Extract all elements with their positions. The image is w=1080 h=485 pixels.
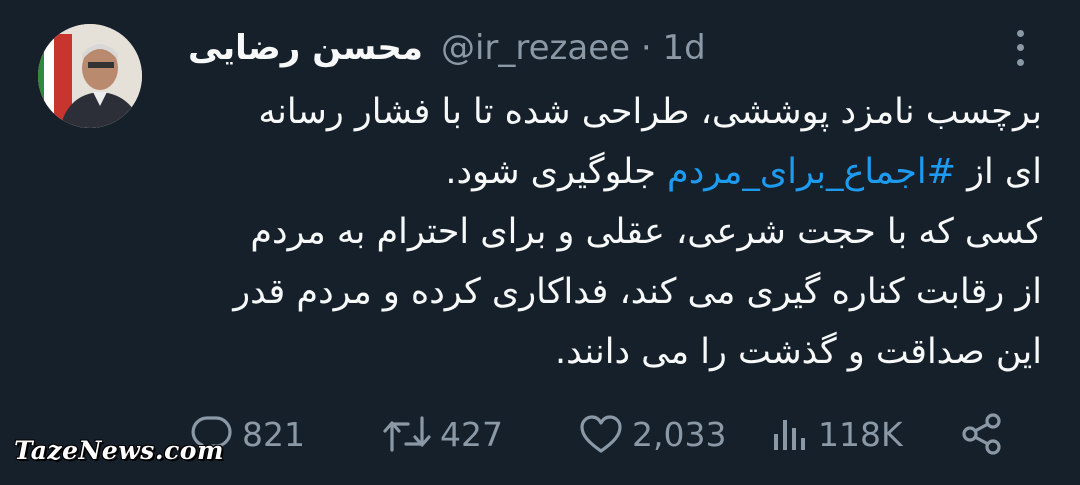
- heart-icon: [580, 415, 622, 453]
- views-count: 118K: [818, 414, 903, 454]
- tweet-line-3: کسی که با حجت شرعی، عقلی و برای احترام ب…: [250, 212, 1042, 252]
- like-button[interactable]: 2,033: [578, 404, 726, 464]
- retweet-button[interactable]: 427: [382, 404, 503, 464]
- tweet-line-4: از رقابت کناره گیری می کند، فداکاری کرده…: [233, 272, 1042, 312]
- separator-dot: ·: [640, 28, 652, 68]
- share-button[interactable]: [960, 404, 1004, 464]
- author-handle[interactable]: @ir_rezaee · 1d: [441, 28, 706, 68]
- like-count: 2,033: [632, 414, 727, 454]
- reply-count: 821: [242, 414, 305, 454]
- views-button[interactable]: 118K: [770, 404, 903, 464]
- tweet-line-5: این صداقت و گذشت را می دانند.: [554, 332, 1042, 372]
- author-name[interactable]: محسن رضایی: [188, 28, 423, 68]
- tweet-time[interactable]: 1d: [662, 28, 705, 68]
- retweet-icon: [383, 416, 431, 452]
- avatar[interactable]: [38, 24, 142, 128]
- tweet-text: برچسب نامزد پوششی، طراحی شده تا با فشار …: [180, 82, 1042, 382]
- retweet-count: 427: [440, 414, 503, 454]
- share-icon: [962, 413, 1001, 455]
- tweet-line-2-end: جلوگیری شود.: [445, 152, 668, 192]
- tweet-line-1: برچسب نامزد پوششی، طراحی شده تا با فشار …: [258, 92, 1042, 132]
- author-handle-text[interactable]: @ir_rezaee: [441, 28, 630, 68]
- tweet-line-2-start: ای از: [956, 152, 1042, 192]
- hashtag-link[interactable]: #اجماع_برای_مردم: [667, 152, 956, 192]
- more-icon[interactable]: [1008, 26, 1032, 70]
- watermark: TazeNews.com: [14, 436, 224, 465]
- views-icon: [774, 420, 805, 450]
- tweet-line-2: ای از #اجماع_برای_مردم جلوگیری شود.: [180, 142, 1042, 202]
